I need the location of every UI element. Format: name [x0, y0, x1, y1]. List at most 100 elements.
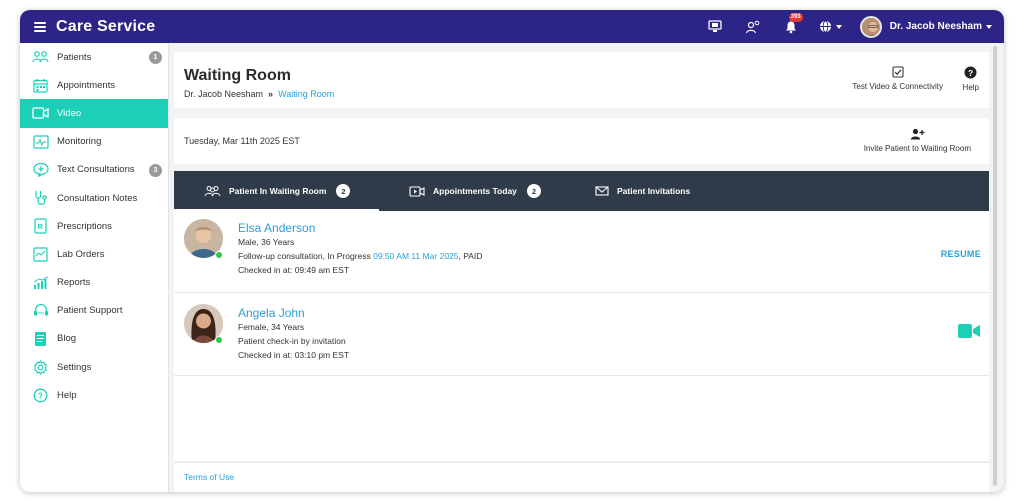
- checked-in-time: Checked in at: 09:49 am EST: [238, 265, 350, 275]
- globe-icon: [819, 20, 831, 33]
- lab-icon: [32, 246, 49, 263]
- status-text: Follow-up consultation, In Progress: [238, 251, 374, 261]
- notification-badge: 393: [788, 12, 803, 22]
- sidebar-item-label: Patients: [57, 51, 92, 63]
- support-icon: [32, 302, 49, 319]
- top-bar-actions: 393 Dr. Jacob Neesham: [685, 10, 992, 43]
- language-selector[interactable]: [819, 20, 842, 33]
- sidebar-item-video[interactable]: Video: [20, 99, 168, 128]
- waiting-room-tabs: Patient In Waiting Room 2 Appointments T…: [174, 171, 989, 211]
- user-menu[interactable]: Dr. Jacob Neesham: [859, 15, 992, 38]
- sidebar-item-label: Reports: [57, 277, 91, 289]
- bell-icon[interactable]: 393: [783, 12, 803, 35]
- blog-icon: [32, 330, 49, 347]
- sidebar-item-label: Blog: [57, 333, 77, 345]
- tab-appointments-today[interactable]: Appointments Today 2: [409, 171, 569, 211]
- count-badge: 3: [149, 163, 162, 177]
- test-video-label: Test Video & Connectivity: [852, 82, 943, 91]
- date-bar: Tuesday, Mar 11th 2025 EST Invite Patien…: [174, 118, 989, 164]
- menu-icon[interactable]: [34, 21, 46, 32]
- invite-patient-button[interactable]: Invite Patient to Waiting Room: [864, 128, 971, 153]
- tab-label: Patient Invitations: [617, 186, 691, 196]
- user-network-icon[interactable]: [745, 19, 761, 35]
- svg-text:?: ?: [968, 68, 973, 78]
- patient-name[interactable]: Elsa Anderson: [238, 221, 315, 235]
- tab-patient-invitations[interactable]: Patient Invitations: [595, 171, 735, 211]
- tab-patient-in-waiting-room[interactable]: Patient In Waiting Room 2: [174, 171, 379, 211]
- sidebar-item-label: Monitoring: [57, 136, 102, 148]
- resume-button[interactable]: RESUME: [941, 249, 981, 259]
- sidebar-item-patient-support[interactable]: Patient Support: [20, 297, 168, 325]
- sidebar-item-lab-orders[interactable]: Lab Orders: [20, 240, 168, 268]
- tab-count-badge: 2: [336, 184, 351, 198]
- sidebar-item-label: Help: [57, 389, 77, 401]
- invite-patient-label: Invite Patient to Waiting Room: [863, 144, 971, 153]
- help-icon: ?: [964, 66, 977, 79]
- video-icon: [32, 105, 49, 122]
- checked-in-time: Checked in at: 03:10 pm EST: [238, 350, 350, 360]
- prescription-icon: R: [32, 218, 49, 235]
- help-icon: ?: [32, 387, 49, 404]
- breadcrumb-separator: »: [268, 89, 274, 99]
- user-name: Dr. Jacob Neesham: [889, 21, 982, 32]
- chat-icon: [32, 161, 49, 178]
- help-button[interactable]: ? Help: [963, 66, 979, 92]
- count-badge: 1: [149, 51, 162, 64]
- patient-demographics: Female, 34 Years: [238, 322, 305, 332]
- list-item: Angela John Female, 34 Years Patient che…: [174, 294, 989, 376]
- online-status-indicator: [215, 336, 223, 344]
- sidebar-item-appointments[interactable]: Appointments: [20, 71, 168, 99]
- test-video-button[interactable]: Test Video & Connectivity: [852, 66, 943, 91]
- breadcrumb: Dr. Jacob Neesham » Waiting Room: [184, 89, 334, 99]
- svg-text:?: ?: [38, 391, 43, 400]
- page-header: Waiting Room Dr. Jacob Neesham » Waiting…: [174, 52, 989, 108]
- scrollbar[interactable]: [993, 46, 997, 486]
- app-window: Care Service 393 Dr. Jacob Neesham Patie…: [20, 10, 1004, 492]
- patients-icon: [32, 49, 49, 66]
- sidebar-item-label: Consultation Notes: [57, 192, 138, 204]
- reports-icon: [32, 274, 49, 291]
- stethoscope-icon: [32, 190, 49, 207]
- sidebar-item-label: Appointments: [57, 79, 116, 91]
- list-item: Elsa Anderson Male, 36 Years Follow-up c…: [174, 211, 989, 293]
- video-camera-icon: [958, 324, 980, 338]
- sidebar-item-reports[interactable]: Reports: [20, 269, 168, 297]
- tab-label: Appointments Today: [433, 186, 517, 196]
- patient-list: Elsa Anderson Male, 36 Years Follow-up c…: [174, 211, 989, 461]
- monitoring-icon: [32, 133, 49, 150]
- sidebar: Patients 1 Appointments Video Monitoring…: [20, 43, 169, 492]
- calendar-icon: [32, 77, 49, 94]
- sidebar-item-settings[interactable]: Settings: [20, 353, 168, 381]
- patient-status: Patient check-in by invitation: [238, 336, 346, 346]
- start-video-button[interactable]: [958, 324, 980, 343]
- sidebar-item-label: Settings: [57, 361, 92, 373]
- sidebar-item-monitoring[interactable]: Monitoring: [20, 128, 168, 156]
- sidebar-item-text-consultations[interactable]: Text Consultations 3: [20, 156, 168, 184]
- envelope-icon: [595, 186, 609, 196]
- patient-name[interactable]: Angela John: [238, 306, 305, 320]
- sidebar-item-prescriptions[interactable]: R Prescriptions: [20, 212, 168, 240]
- terms-of-use-link[interactable]: Terms of Use: [184, 472, 234, 482]
- payment-status: , PAID: [458, 251, 483, 261]
- sidebar-item-consultation-notes[interactable]: Consultation Notes: [20, 184, 168, 212]
- sidebar-item-label: Prescriptions: [57, 220, 112, 232]
- chevron-down-icon: [835, 24, 842, 29]
- top-bar: Care Service 393 Dr. Jacob Neesham: [20, 10, 1004, 43]
- sidebar-item-label: Text Consultations: [57, 164, 135, 176]
- settings-icon: [32, 359, 49, 376]
- breadcrumb-root[interactable]: Dr. Jacob Neesham: [184, 89, 263, 99]
- sidebar-item-label: Patient Support: [57, 305, 123, 317]
- sidebar-item-blog[interactable]: Blog: [20, 325, 168, 353]
- checkbox-icon: [892, 66, 904, 78]
- sidebar-item-patients[interactable]: Patients 1: [20, 43, 168, 71]
- video-icon: [409, 185, 425, 197]
- sidebar-item-help[interactable]: ? Help: [20, 381, 168, 409]
- chevron-down-icon: [986, 24, 992, 29]
- breadcrumb-current[interactable]: Waiting Room: [278, 89, 334, 99]
- tab-count-badge: 2: [526, 184, 541, 198]
- svg-text:R: R: [38, 222, 44, 231]
- group-icon: [204, 185, 221, 197]
- online-status-indicator: [215, 251, 223, 259]
- monitor-icon[interactable]: [707, 19, 723, 35]
- main-content: Waiting Room Dr. Jacob Neesham » Waiting…: [174, 43, 990, 492]
